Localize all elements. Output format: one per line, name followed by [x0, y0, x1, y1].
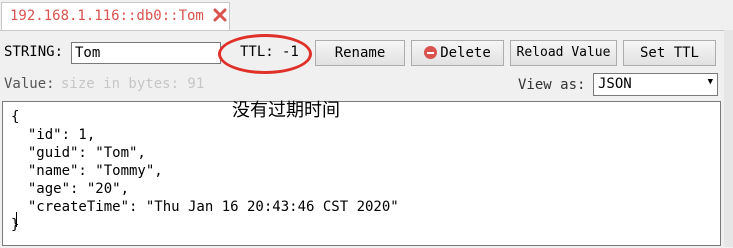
text-cursor: [16, 212, 17, 227]
editor-line: "age": "20",: [11, 181, 130, 197]
value-size-hint: size in bytes: 91: [61, 76, 205, 92]
view-as-selected-value: JSON: [598, 76, 632, 92]
editor-line: "createTime": "Thu Jan 16 20:43:46 CST 2…: [11, 199, 399, 215]
key-type-label: STRING:: [4, 44, 64, 60]
key-editor-panel: STRING: TTL: -1 Rename Delete Reload Val…: [0, 30, 724, 248]
rename-button-label: Rename: [334, 45, 386, 61]
close-icon[interactable]: [211, 6, 229, 24]
reload-button-label: Reload Value: [516, 45, 611, 60]
annotation-text: 没有过期时间: [232, 100, 340, 121]
key-name-input[interactable]: [71, 42, 221, 64]
tab-bar: 192.168.1.116::db0::Tom: [0, 0, 733, 30]
editor-line: "id": 1,: [11, 127, 96, 143]
delete-button-label: Delete: [440, 45, 491, 61]
vertical-scrollbar[interactable]: [724, 30, 733, 247]
set-ttl-button-label: Set TTL: [639, 45, 699, 61]
view-as-label: View as:: [518, 77, 586, 93]
chevron-down-icon: ▼: [707, 77, 713, 87]
view-as-select[interactable]: JSON ▼: [593, 73, 718, 96]
editor-line: {: [11, 109, 20, 125]
editor-line: "guid": "Tom",: [11, 145, 146, 161]
value-editor[interactable]: { "id": 1, "guid": "Tom", "name": "Tommy…: [2, 101, 721, 246]
ttl-highlight-circle: [218, 34, 312, 74]
set-ttl-button[interactable]: Set TTL: [623, 40, 716, 66]
reload-value-button[interactable]: Reload Value: [510, 40, 617, 66]
editor-line: "name": "Tommy",: [11, 163, 163, 179]
tab-title[interactable]: 192.168.1.116::db0::Tom: [10, 8, 204, 24]
delete-icon: [424, 46, 438, 59]
delete-button[interactable]: Delete: [411, 40, 504, 66]
value-label: Value:: [4, 76, 55, 92]
tab-key-view[interactable]: 192.168.1.116::db0::Tom: [1, 2, 230, 30]
rename-button[interactable]: Rename: [315, 40, 405, 66]
